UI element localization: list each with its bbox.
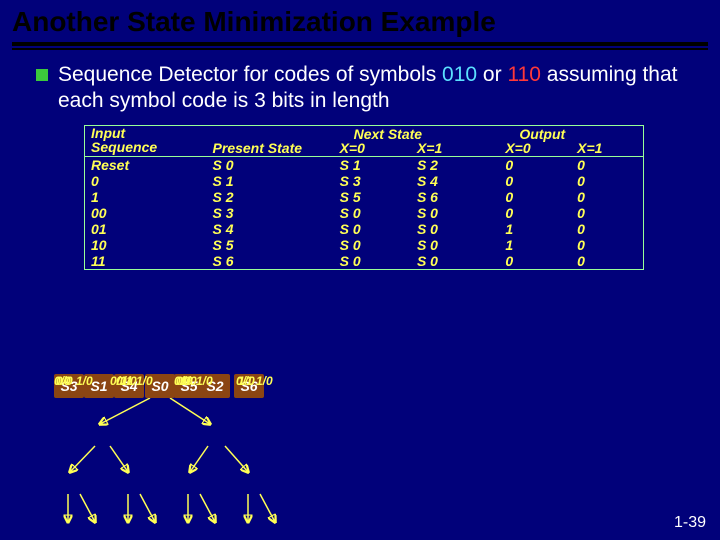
cell: 0: [499, 189, 571, 205]
diagram-edges: [40, 374, 360, 534]
cell: 0: [499, 253, 571, 269]
code-110: 110: [507, 63, 540, 86]
edge-s4-a: 1/0: [136, 374, 153, 388]
cell: 1: [499, 221, 571, 237]
cell: S 1: [334, 156, 411, 173]
cell: S 4: [207, 221, 334, 237]
cell: S 0: [411, 205, 499, 221]
th-o-x0: Output X=0: [499, 126, 571, 157]
cell: 0: [571, 156, 643, 173]
bullet-mid: or: [483, 63, 508, 86]
cell: S 3: [334, 173, 411, 189]
th-output-label: Output: [519, 126, 565, 142]
edge-s5-a: 1/0: [196, 374, 213, 388]
cell: S 2: [411, 156, 499, 173]
th-o-x0-label: X=0: [505, 140, 530, 156]
cell: 0: [499, 173, 571, 189]
th-ns-x0-label: X=0: [340, 140, 365, 156]
cell: 0: [571, 173, 643, 189]
cell: 11: [85, 253, 207, 269]
table-row: 10S 5S 0S 010: [85, 237, 643, 253]
cell: S 0: [334, 237, 411, 253]
cell: Reset: [85, 156, 207, 173]
cell: S 6: [207, 253, 334, 269]
cell: S 1: [207, 173, 334, 189]
th-ns-x0: Next State X=0: [334, 126, 411, 157]
table-row: ResetS 0S 1S 200: [85, 156, 643, 173]
cell: S 3: [207, 205, 334, 221]
cell: 01: [85, 221, 207, 237]
cell: S 0: [411, 237, 499, 253]
cell: 1: [499, 237, 571, 253]
cell: 0: [499, 156, 571, 173]
th-present: Present State: [207, 126, 334, 157]
state-diagram: S0 S1 S2 S3 S4 S5 S6 0/0 1/0 0/0 1/0 0/0…: [40, 374, 360, 534]
table-row: 0S 1S 3S 400: [85, 173, 643, 189]
cell: 0: [571, 189, 643, 205]
cell: S 0: [334, 221, 411, 237]
cell: 10: [85, 237, 207, 253]
cell: S 4: [411, 173, 499, 189]
table-row: 11S 6S 0S 000: [85, 253, 643, 269]
th-ns-x1: X=1: [411, 126, 499, 157]
cell: 0: [571, 221, 643, 237]
edge-s6-a: 1/0: [256, 374, 273, 388]
cell: S 0: [411, 253, 499, 269]
state-table: Input Sequence Present State Next State …: [84, 125, 644, 270]
cell: S 0: [207, 156, 334, 173]
th-input-label: Input Sequence: [91, 126, 157, 155]
cell: S 6: [411, 189, 499, 205]
edge-s3-a: 1/0: [76, 374, 93, 388]
edge-s4-b: 0/1: [116, 374, 133, 388]
th-o-x1: X=1: [571, 126, 643, 157]
cell: 0: [571, 205, 643, 221]
cell: 1: [85, 189, 207, 205]
cell: S 5: [207, 237, 334, 253]
edge-s5-b: 0/0: [176, 374, 193, 388]
th-nextstate-label: Next State: [354, 126, 422, 142]
table-row: 01S 4S 0S 010: [85, 221, 643, 237]
title-underline: [12, 42, 708, 50]
cell: 0: [499, 205, 571, 221]
edge-s3-b: 0/0: [56, 374, 73, 388]
bullet-icon: [36, 69, 48, 81]
page-title: Another State Minimization Example: [0, 0, 720, 40]
cell: S 5: [334, 189, 411, 205]
cell: 0: [571, 253, 643, 269]
bullet-pre: Sequence Detector for codes of symbols: [58, 63, 442, 86]
th-input: Input Sequence: [85, 126, 207, 157]
cell: S 0: [334, 253, 411, 269]
cell: S 2: [207, 189, 334, 205]
cell: S 0: [411, 221, 499, 237]
page-number: 1-39: [674, 514, 706, 532]
code-010: 010: [442, 63, 477, 86]
cell: 0: [571, 237, 643, 253]
table-header-row: Input Sequence Present State Next State …: [85, 126, 643, 157]
edge-s6-b: 0/1: [236, 374, 253, 388]
table-row: 1S 2S 5S 600: [85, 189, 643, 205]
cell: 0: [85, 173, 207, 189]
cell: S 0: [334, 205, 411, 221]
cell: 00: [85, 205, 207, 221]
bullet-1: Sequence Detector for codes of symbols 0…: [36, 62, 698, 115]
table-row: 00S 3S 0S 000: [85, 205, 643, 221]
bullet-text: Sequence Detector for codes of symbols 0…: [58, 62, 698, 115]
